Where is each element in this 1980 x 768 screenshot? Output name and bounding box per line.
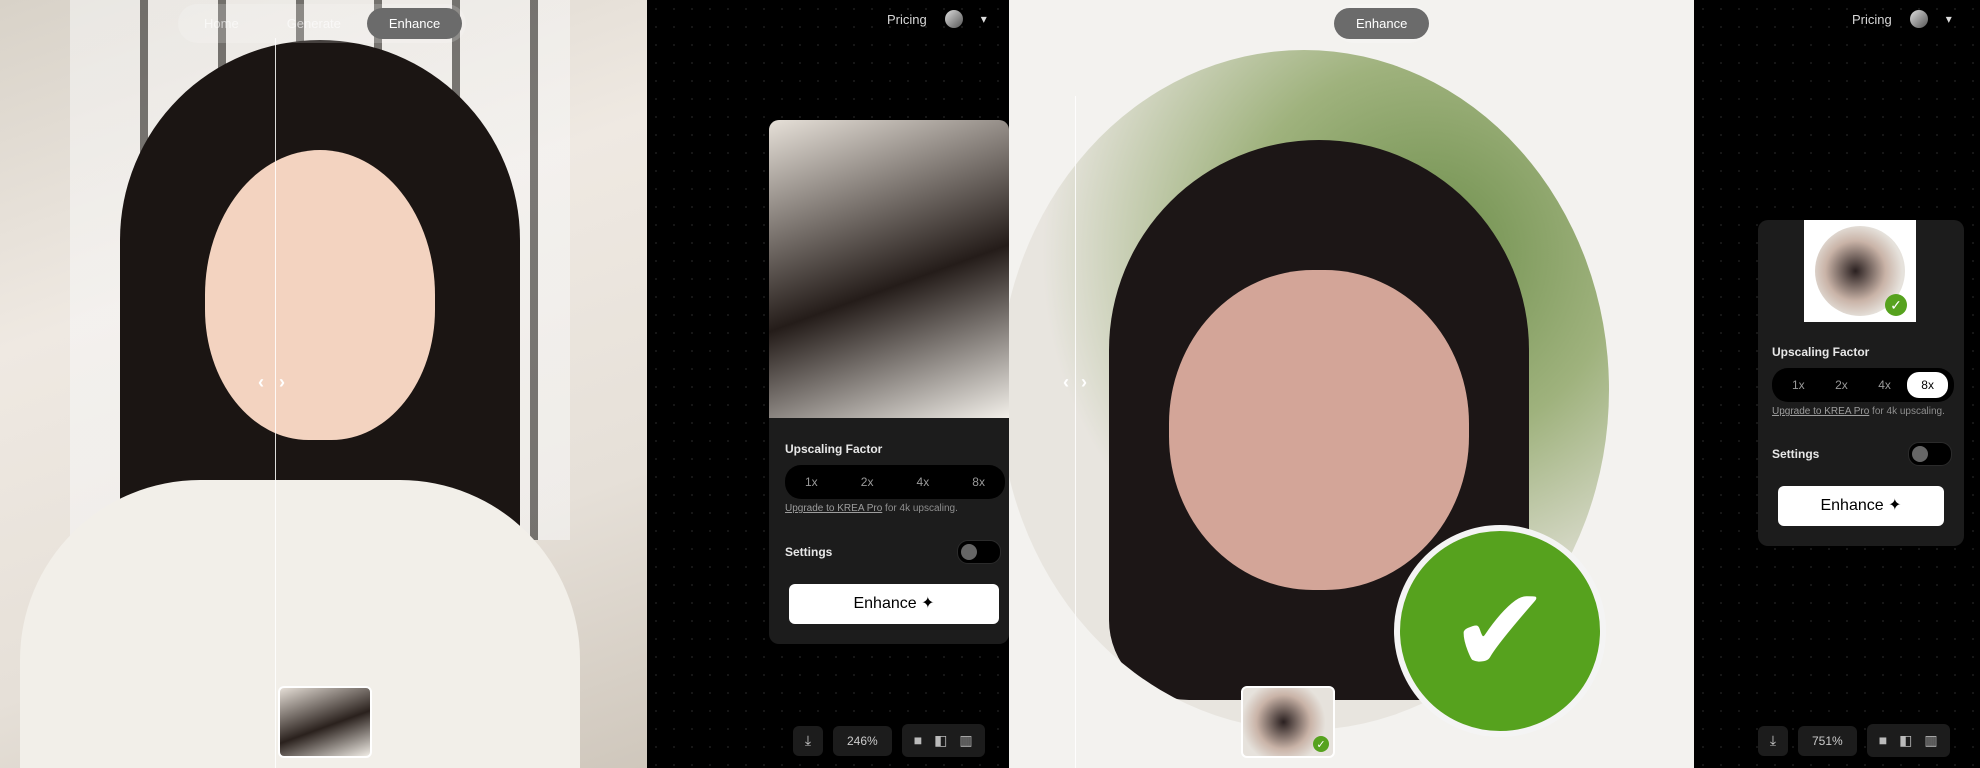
avatar-preview: ✓ xyxy=(1815,226,1907,316)
split-view-icon[interactable]: ◧ xyxy=(934,732,947,749)
mode-nav-right: Enhance xyxy=(1334,4,1430,43)
mode-nav: Home Generate Enhance xyxy=(178,4,467,43)
pricing-link-right[interactable]: Pricing xyxy=(1852,12,1892,27)
divider-right-arrow-icon-right[interactable]: › xyxy=(1081,372,1087,393)
factor-1x-right[interactable]: 1x xyxy=(1778,372,1819,398)
side-by-side-icon-right[interactable]: ▥ xyxy=(1924,732,1937,749)
settings-label: Settings xyxy=(785,545,833,559)
divider-right-arrow-icon[interactable]: › xyxy=(279,372,285,393)
factor-8x-right[interactable]: 8x xyxy=(1907,372,1948,398)
enhance-button[interactable]: Enhance ✦ xyxy=(789,584,999,624)
zoom-level[interactable]: 246% xyxy=(833,725,892,756)
factor-2x[interactable]: 2x xyxy=(847,469,888,495)
right-bottom-toolbar: ⤓ 751% ■ ◧ ▥ xyxy=(1758,724,1950,757)
upscaling-factor-selector: 1x 2x 4x 8x xyxy=(785,465,1005,499)
enhance-button-label-right: Enhance xyxy=(1820,497,1884,514)
zoom-level-right[interactable]: 751% xyxy=(1798,725,1857,756)
view-mode-group: ■ ◧ ▥ xyxy=(901,724,985,757)
avatar-preview-frame: ✓ xyxy=(1804,220,1916,322)
comparison-divider[interactable] xyxy=(275,38,276,768)
settings-row-right: Settings xyxy=(1772,442,1952,466)
enhance-button-right[interactable]: Enhance ✦ xyxy=(1778,486,1944,526)
sparkle-icon-right: ✦ xyxy=(1888,497,1902,514)
tab-generate[interactable]: Generate xyxy=(265,8,363,39)
enhance-button-label: Enhance xyxy=(853,595,917,612)
view-mode-group-right: ■ ◧ ▥ xyxy=(1866,724,1950,757)
upgrade-text-right: Upgrade to KREA Pro for 4k upscaling. xyxy=(1772,406,1945,417)
avatar[interactable] xyxy=(944,10,963,28)
upscaling-factor-selector-right: 1x 2x 4x 8x xyxy=(1772,368,1954,402)
pricing-link[interactable]: Pricing xyxy=(887,12,927,27)
left-bottom-toolbar: ⤓ 246% ■ ◧ ▥ xyxy=(793,724,985,757)
single-view-icon-right[interactable]: ■ xyxy=(1879,732,1887,749)
side-by-side-icon[interactable]: ▥ xyxy=(959,732,972,749)
left-image-canvas[interactable]: ‹ › Home Generate Enhance xyxy=(0,0,647,768)
upgrade-link-right[interactable]: Upgrade to KREA Pro xyxy=(1772,406,1869,417)
factor-4x[interactable]: 4x xyxy=(903,469,944,495)
zoomed-face xyxy=(1169,270,1469,590)
settings-label-right: Settings xyxy=(1772,447,1820,461)
chevron-down-icon-right[interactable]: ▾ xyxy=(1946,12,1952,26)
mini-check-icon: ✓ xyxy=(1313,736,1329,752)
tab-enhance-right[interactable]: Enhance xyxy=(1334,8,1430,39)
toggle-knob-right xyxy=(1912,446,1928,462)
toggle-knob xyxy=(961,544,977,560)
factor-2x-right[interactable]: 2x xyxy=(1821,372,1862,398)
factor-8x[interactable]: 8x xyxy=(958,469,999,495)
upgrade-suffix: for 4k upscaling. xyxy=(882,503,958,514)
top-nav: Pricing ▾ xyxy=(887,10,987,28)
enhance-card-right: ✓ Upscaling Factor 1x 2x 4x 8x Upgrade t… xyxy=(1758,220,1964,546)
download-icon-right[interactable]: ⤓ xyxy=(1758,725,1788,756)
right-editor-area: Pricing ▾ ✓ Upscaling Factor 1x 2x 4x 8x… xyxy=(1694,0,1980,768)
factor-4x-right[interactable]: 4x xyxy=(1864,372,1905,398)
chevron-down-icon[interactable]: ▾ xyxy=(981,12,987,26)
upscaling-factor-label-right: Upscaling Factor xyxy=(1772,345,1870,359)
preview-check-icon: ✓ xyxy=(1885,294,1907,316)
settings-row: Settings xyxy=(785,540,1001,564)
download-icon[interactable]: ⤓ xyxy=(793,725,823,756)
upgrade-text: Upgrade to KREA Pro for 4k upscaling. xyxy=(785,503,958,514)
upscaling-factor-label: Upscaling Factor xyxy=(785,442,883,456)
preview-image xyxy=(769,120,1009,418)
factor-1x[interactable]: 1x xyxy=(791,469,832,495)
split-view-icon-right[interactable]: ◧ xyxy=(1899,732,1912,749)
tab-home[interactable]: Home xyxy=(182,8,261,39)
right-image-canvas[interactable]: ✔ ‹ › ✓ Enhance xyxy=(1009,0,1694,768)
original-thumbnail-right[interactable]: ✓ xyxy=(1241,686,1335,758)
check-icon: ✔ xyxy=(1394,525,1606,737)
upgrade-suffix-right: for 4k upscaling. xyxy=(1869,406,1945,417)
single-view-icon[interactable]: ■ xyxy=(914,732,922,749)
left-editor-area: Pricing ▾ Upscaling Factor 1x 2x 4x 8x U… xyxy=(647,0,1009,768)
avatar-right[interactable] xyxy=(1909,10,1928,28)
sparkle-icon: ✦ xyxy=(921,595,935,612)
settings-toggle[interactable] xyxy=(957,540,1001,564)
divider-left-arrow-icon[interactable]: ‹ xyxy=(258,372,264,393)
subject-face xyxy=(205,150,435,440)
settings-toggle-right[interactable] xyxy=(1908,442,1952,466)
upgrade-link[interactable]: Upgrade to KREA Pro xyxy=(785,503,882,514)
top-nav-right: Pricing ▾ xyxy=(1852,10,1952,28)
original-thumbnail[interactable] xyxy=(278,686,372,758)
divider-left-arrow-icon-right[interactable]: ‹ xyxy=(1063,372,1069,393)
enhance-card: Upscaling Factor 1x 2x 4x 8x Upgrade to … xyxy=(769,120,1009,644)
comparison-divider-right[interactable] xyxy=(1075,96,1076,768)
tab-enhance[interactable]: Enhance xyxy=(366,8,463,39)
